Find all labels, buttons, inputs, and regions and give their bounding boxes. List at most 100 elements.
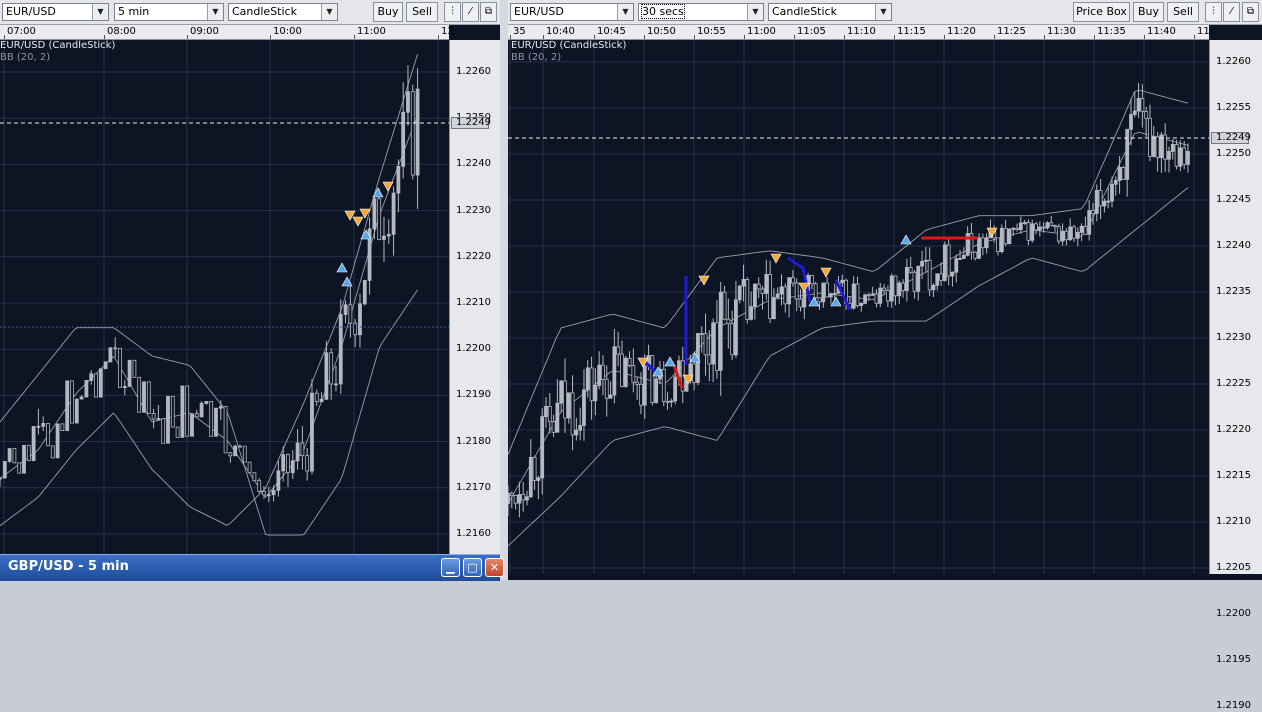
candle-body xyxy=(247,461,252,474)
time-tick-label: 10:50 xyxy=(647,26,676,37)
candle-body xyxy=(257,480,262,492)
chevron-down-icon[interactable]: ▼ xyxy=(875,4,891,20)
indicator-icon[interactable]: ⫶ xyxy=(1205,2,1222,22)
candle-body xyxy=(1136,98,1141,112)
candle-body xyxy=(593,385,598,402)
candle-body xyxy=(74,398,79,424)
candle-body xyxy=(324,352,329,400)
candle-body xyxy=(760,288,765,294)
candle-body xyxy=(866,294,871,297)
interval-select[interactable]: 30 secs ▼ xyxy=(638,3,764,21)
candle-body xyxy=(194,413,199,418)
chart-type-value: CandleStick xyxy=(232,5,297,18)
candle-body xyxy=(252,472,257,482)
bollinger-lower-band xyxy=(508,187,1189,547)
price-box-button[interactable]: Price Box xyxy=(1073,2,1130,22)
candle-body xyxy=(791,277,795,284)
candle-body xyxy=(711,322,716,365)
indicator-label: BB (20, 2) xyxy=(511,52,562,63)
time-tick xyxy=(744,35,745,39)
symbol-select[interactable]: EUR/USD ▼ xyxy=(510,3,634,21)
panel-divider[interactable] xyxy=(500,0,508,580)
candle-body xyxy=(281,454,286,472)
candle-body xyxy=(551,421,556,433)
candle-body xyxy=(756,283,761,290)
candle-body xyxy=(1018,222,1023,231)
candle-body xyxy=(46,422,50,447)
sell-button[interactable]: Sell xyxy=(406,2,438,22)
candle-body xyxy=(1037,226,1042,231)
symbol-select[interactable]: EUR/USD ▼ xyxy=(2,3,109,21)
sell-signal-marker xyxy=(820,267,832,278)
time-tick xyxy=(944,35,945,39)
chevron-down-icon[interactable]: ▼ xyxy=(321,4,337,20)
candle-body xyxy=(730,323,735,356)
candle-body xyxy=(1083,225,1088,235)
candle-body xyxy=(353,322,358,336)
chevron-down-icon[interactable]: ▼ xyxy=(747,4,763,20)
minimize-icon[interactable]: ▁ xyxy=(441,558,460,577)
candle-body xyxy=(362,280,367,305)
candle-body xyxy=(996,237,1000,253)
close-icon[interactable]: ✕ xyxy=(485,558,504,577)
price-tick-label: 1.2245 xyxy=(1216,194,1251,205)
price-tick-label: 1.2215 xyxy=(1216,470,1251,481)
candle-body xyxy=(1034,223,1038,231)
candle-body xyxy=(180,385,185,438)
candle-body xyxy=(204,401,209,404)
chevron-down-icon[interactable]: ▼ xyxy=(207,4,223,20)
candle-body xyxy=(391,192,396,235)
window-title: GBP/USD - 5 min xyxy=(8,559,129,574)
candle-body xyxy=(980,237,985,249)
buy-button[interactable]: Buy xyxy=(373,2,403,22)
candle-body xyxy=(209,401,214,437)
interval-select[interactable]: 5 min ▼ xyxy=(114,3,224,21)
candle-body xyxy=(525,496,529,501)
detach-window-icon[interactable]: ⧉ xyxy=(480,2,497,22)
candle-body xyxy=(904,267,909,291)
candle-body xyxy=(12,448,17,464)
chart-type-select[interactable]: CandleStick ▼ xyxy=(228,3,338,21)
draw-line-icon[interactable]: ⁄ xyxy=(1223,2,1240,22)
candle-body xyxy=(794,282,799,300)
candle-body xyxy=(734,299,738,356)
draw-line-icon[interactable]: ⁄ xyxy=(462,2,479,22)
time-tick-label: 11:25 xyxy=(997,26,1026,37)
candle-body xyxy=(642,365,647,406)
candle-body xyxy=(199,403,204,418)
candle-body xyxy=(923,259,928,262)
candle-body xyxy=(1113,180,1118,185)
time-tick-label: 10:55 xyxy=(697,26,726,37)
time-tick-label: 10:00 xyxy=(273,26,302,37)
gbpusd-window-titlebar[interactable]: GBP/USD - 5 min ▁ □ ✕ xyxy=(0,554,504,581)
candle-body xyxy=(94,373,98,398)
candle-body xyxy=(798,298,803,308)
candle-body xyxy=(1144,110,1149,119)
indicator-icon[interactable]: ⫶ xyxy=(444,2,461,22)
candle-body xyxy=(122,386,127,388)
chart-type-select[interactable]: CandleStick ▼ xyxy=(768,3,892,21)
grid xyxy=(0,40,449,554)
price-tick-label: 1.2180 xyxy=(456,435,491,447)
detach-window-icon[interactable]: ⧉ xyxy=(1242,2,1259,22)
maximize-icon[interactable]: □ xyxy=(463,558,482,577)
candle-body xyxy=(825,282,829,298)
bollinger-upper-band xyxy=(0,53,419,527)
candle-body xyxy=(1106,200,1111,203)
chart-type-value: CandleStick xyxy=(772,5,837,18)
time-tick-label: 09:00 xyxy=(190,26,219,37)
price-tick-label: 1.2240 xyxy=(1216,240,1251,251)
candle-body xyxy=(855,283,860,306)
candle-body xyxy=(1022,222,1027,224)
price-tick-label: 1.2250 xyxy=(1216,148,1251,159)
current-price-label: 1.2249 xyxy=(451,117,491,129)
sell-button[interactable]: Sell xyxy=(1167,2,1199,22)
candle-body xyxy=(70,380,74,424)
candle-body xyxy=(942,244,947,281)
chart-plot-area[interactable]: EUR/USD (CandleStick) BB (20, 2) xyxy=(0,40,449,554)
candle-body xyxy=(1003,227,1008,245)
chart-plot-area[interactable]: EUR/USD (CandleStick) BB (20, 2) xyxy=(508,40,1209,574)
chevron-down-icon[interactable]: ▼ xyxy=(92,4,108,20)
buy-button[interactable]: Buy xyxy=(1133,2,1164,22)
chevron-down-icon[interactable]: ▼ xyxy=(617,4,633,20)
